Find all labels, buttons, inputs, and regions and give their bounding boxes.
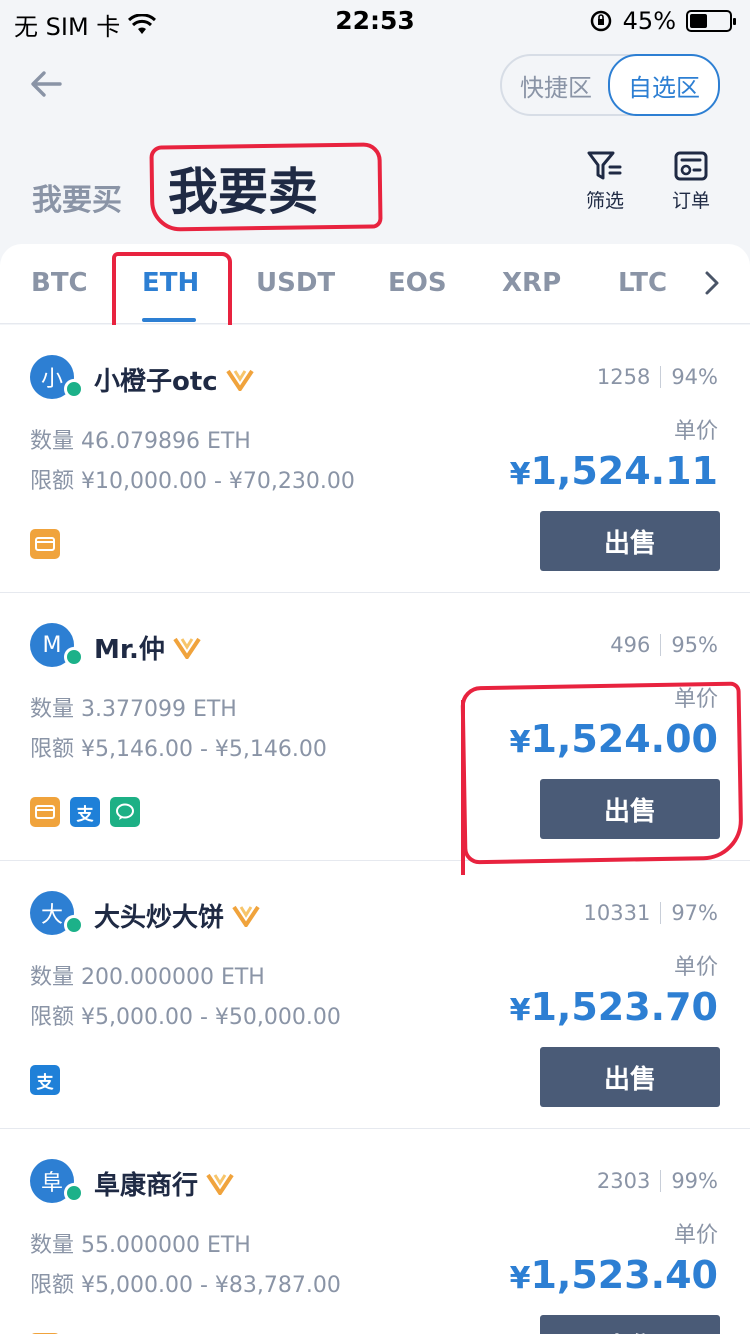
merchant-name: 阜康商行 [94, 1171, 199, 1201]
zone-switch: 快捷区 自选区 [500, 54, 720, 116]
battery-fill [690, 14, 708, 28]
buy-mode-tab[interactable]: 我要买 [32, 175, 122, 219]
limit-text: 限额 ¥10,000.00 - ¥70,230.00 [30, 469, 355, 494]
order-icon [674, 151, 708, 181]
limit-text: 限额 ¥5,000.00 - ¥50,000.00 [30, 1005, 341, 1030]
battery-percent: 45% [622, 7, 676, 35]
trade-stats: 496 95% [610, 633, 718, 657]
completion-rate: 99% [671, 1169, 718, 1193]
price-label: 单价 [673, 955, 718, 980]
trade-stats: 2303 99% [597, 1169, 718, 1193]
trade-stats: 1258 94% [597, 365, 718, 389]
price-label: 单价 [673, 1223, 718, 1248]
orders-label: 订单 [672, 190, 711, 212]
orders-button[interactable]: 订单 [672, 150, 710, 213]
annotation-stroke [461, 700, 465, 875]
back-arrow-icon[interactable] [26, 64, 66, 104]
price-amount: 1,523.70 [530, 985, 718, 1029]
tab-eos[interactable]: EOS [388, 268, 447, 298]
sell-button[interactable]: 出售 [540, 1047, 720, 1107]
online-indicator [64, 915, 84, 935]
quick-zone-tab[interactable]: 快捷区 [502, 56, 610, 114]
stats-divider [660, 1170, 662, 1192]
currency-symbol: ¥ [509, 1261, 531, 1296]
tab-xrp[interactable]: XRP [502, 268, 561, 298]
list-item: 大 大头炒大饼 10331 97% 数量 200.000000 ETH 限额 ¥… [0, 861, 750, 1129]
limit-text: 限额 ¥5,000.00 - ¥83,787.00 [30, 1273, 341, 1298]
chevron-right-icon[interactable] [702, 270, 722, 296]
trade-count: 496 [610, 633, 651, 657]
payment-methods: 支 [30, 1065, 60, 1095]
merchant-name-row[interactable]: 小橙子otc [94, 361, 254, 398]
price-amount: 1,524.11 [530, 449, 718, 493]
payment-methods: 支 [30, 797, 140, 827]
quantity-text: 数量 200.000000 ETH [30, 965, 265, 990]
filter-icon [587, 151, 622, 180]
completion-rate: 94% [671, 365, 718, 389]
tab-usdt[interactable]: USDT [256, 268, 335, 298]
verified-badge-icon [232, 905, 260, 927]
sell-button[interactable]: 出售 [540, 511, 720, 571]
bank-card-icon [30, 797, 60, 827]
online-indicator [64, 647, 84, 667]
trade-count: 2303 [596, 1169, 651, 1193]
verified-badge-icon [173, 637, 201, 659]
tab-btc[interactable]: BTC [31, 268, 88, 298]
status-right: 45% [589, 7, 736, 35]
price-amount: 1,523.40 [530, 1253, 718, 1297]
quantity-text: 数量 55.000000 ETH [30, 1233, 251, 1258]
status-bar: 无 SIM 卡 22:53 45% [0, 0, 750, 41]
quantity-text: 数量 3.377099 ETH [30, 697, 237, 722]
trade-count: 10331 [583, 901, 651, 925]
merchant-name: Mr.仲 [94, 635, 165, 665]
merchant-name-row[interactable]: Mr.仲 [94, 629, 201, 666]
quantity-text: 数量 46.079896 ETH [30, 429, 251, 454]
battery-icon [686, 10, 736, 32]
payment-methods [30, 529, 60, 559]
price-label: 单价 [673, 419, 718, 444]
stats-divider [660, 634, 662, 656]
currency-symbol: ¥ [509, 457, 531, 492]
custom-zone-tab[interactable]: 自选区 [608, 54, 720, 116]
stats-divider [660, 366, 662, 388]
stats-divider [660, 902, 662, 924]
header: 快捷区 自选区 我要买 我要卖 筛选 订单 [0, 40, 750, 245]
annotation-circle-sell [149, 142, 383, 232]
merchant-name-row[interactable]: 大头炒大饼 [94, 897, 260, 934]
bank-card-icon [30, 529, 60, 559]
verified-badge-icon [206, 1173, 234, 1195]
merchant-name: 大头炒大饼 [94, 903, 225, 933]
completion-rate: 97% [671, 901, 718, 925]
limit-text: 限额 ¥5,146.00 - ¥5,146.00 [30, 737, 327, 762]
alipay-icon: 支 [30, 1065, 60, 1095]
list-item: 阜 阜康商行 2303 99% 数量 55.000000 ETH 限额 ¥5,0… [0, 1129, 750, 1334]
trade-stats: 10331 97% [584, 901, 719, 925]
trade-count: 1258 [596, 365, 651, 389]
currency-symbol: ¥ [509, 993, 531, 1028]
alipay-icon: 支 [70, 797, 100, 827]
list-item: 小 小橙子otc 1258 94% 数量 46.079896 ETH 限额 ¥1… [0, 325, 750, 593]
tab-ltc[interactable]: LTC [618, 268, 667, 298]
merchant-name-row[interactable]: 阜康商行 [94, 1165, 234, 1202]
price-value: ¥1,524.11 [510, 449, 718, 493]
price-value: ¥1,523.40 [510, 1253, 718, 1297]
filter-button[interactable]: 筛选 [586, 150, 624, 213]
merchant-name: 小橙子otc [94, 367, 218, 397]
completion-rate: 95% [671, 633, 718, 657]
rotation-lock-icon [590, 10, 611, 32]
price-value: ¥1,523.70 [510, 985, 718, 1029]
online-indicator [64, 1183, 84, 1203]
online-indicator [64, 379, 84, 399]
wechat-icon [110, 797, 140, 827]
sell-button[interactable]: 出售 [540, 1315, 720, 1334]
filter-label: 筛选 [586, 190, 625, 212]
verified-badge-icon [226, 369, 254, 391]
annotation-circle-price [460, 681, 744, 865]
